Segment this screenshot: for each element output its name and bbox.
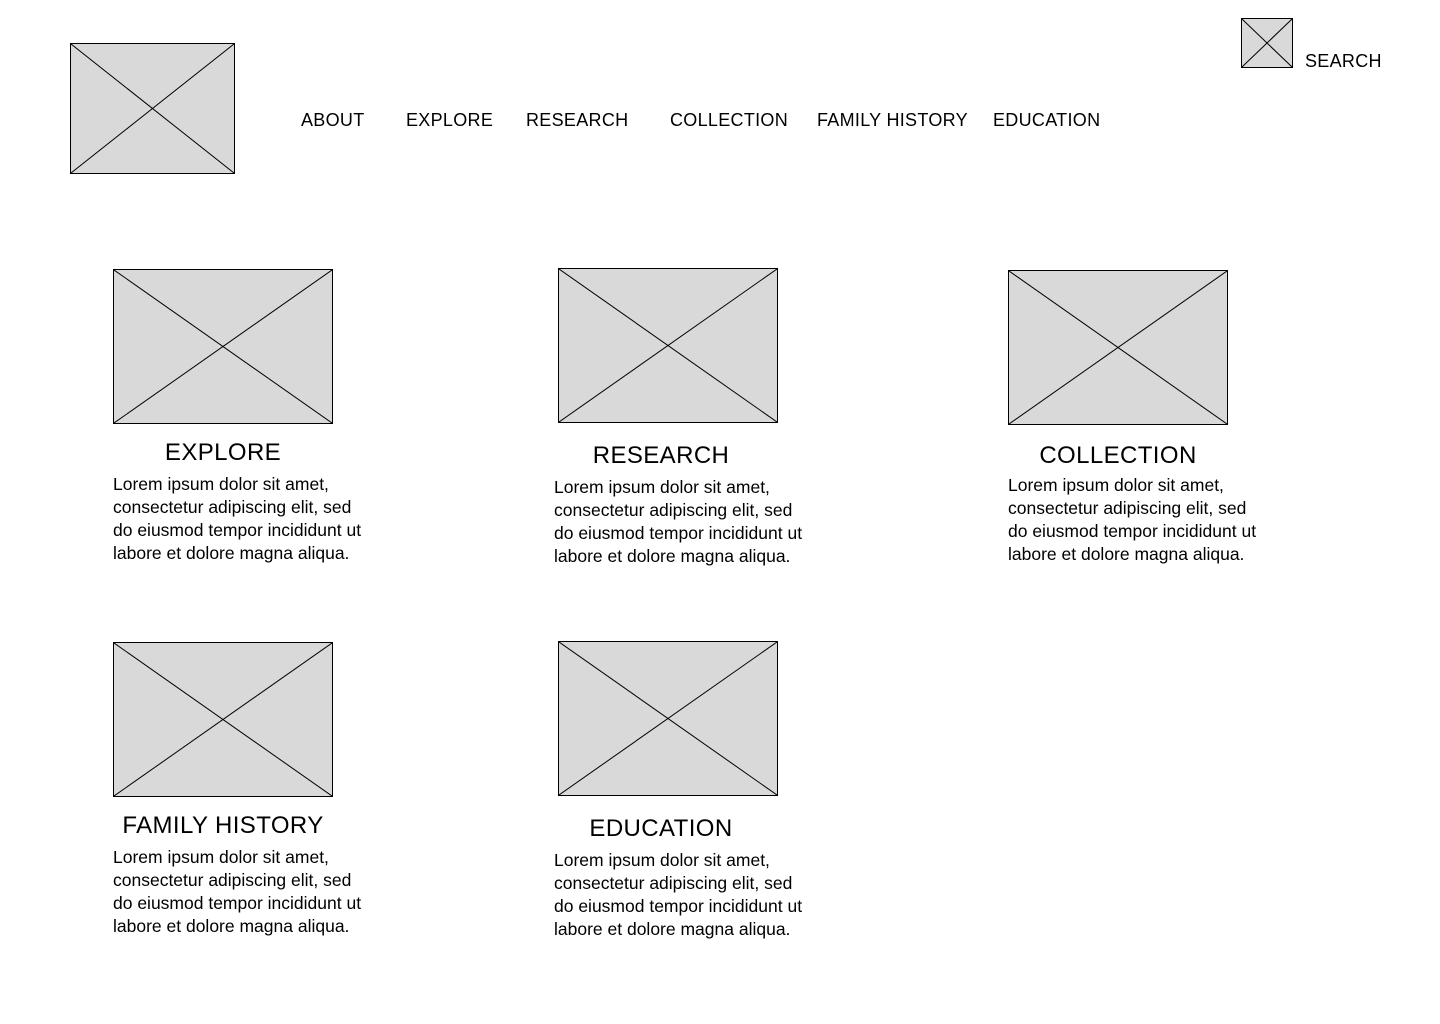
card-description: Lorem ipsum dolor sit amet, consectetur … xyxy=(554,477,803,566)
card-image-placeholder-icon[interactable] xyxy=(113,269,333,424)
nav-item-explore[interactable]: EXPLORE xyxy=(406,110,493,131)
card-image-placeholder-icon[interactable] xyxy=(558,641,778,796)
nav-item-research[interactable]: RESEARCH xyxy=(526,110,628,131)
card-image-placeholder-icon[interactable] xyxy=(1008,270,1228,425)
search-link[interactable]: SEARCH xyxy=(1305,51,1382,72)
nav-item-collection[interactable]: COLLECTION xyxy=(670,110,788,131)
page: ABOUT EXPLORE RESEARCH COLLECTION FAMILY… xyxy=(0,0,1440,1024)
search-icon[interactable] xyxy=(1241,18,1293,68)
nav-item-about[interactable]: ABOUT xyxy=(301,110,365,131)
card-description: Lorem ipsum dolor sit amet, consectetur … xyxy=(554,850,803,939)
card-title[interactable]: FAMILY HISTORY xyxy=(113,812,333,840)
card-title[interactable]: RESEARCH xyxy=(551,442,771,470)
nav-item-education[interactable]: EDUCATION xyxy=(993,110,1100,131)
card-description: Lorem ipsum dolor sit amet, consectetur … xyxy=(113,847,362,936)
card-description: Lorem ipsum dolor sit amet, consectetur … xyxy=(1008,475,1257,564)
card-title[interactable]: EXPLORE xyxy=(113,439,333,467)
logo-placeholder-icon[interactable] xyxy=(70,43,235,174)
card-title[interactable]: EDUCATION xyxy=(551,815,771,843)
card-description: Lorem ipsum dolor sit amet, consectetur … xyxy=(113,474,362,563)
card-image-placeholder-icon[interactable] xyxy=(113,642,333,797)
card-title[interactable]: COLLECTION xyxy=(1008,442,1228,470)
card-image-placeholder-icon[interactable] xyxy=(558,268,778,423)
nav-item-family-history[interactable]: FAMILY HISTORY xyxy=(817,110,968,131)
